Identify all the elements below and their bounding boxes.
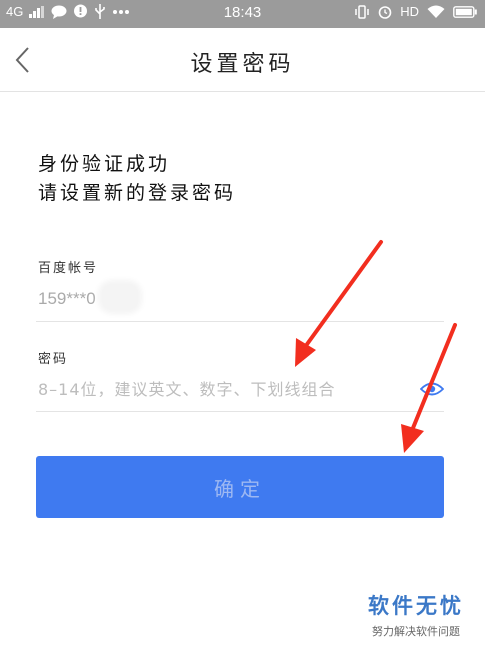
battery-icon <box>453 5 477 18</box>
account-value: 159***0 <box>38 289 96 308</box>
page-title: 设置密码 <box>190 52 295 77</box>
divider <box>36 411 444 412</box>
watermark: 软件无忧 努力解决软件问题 <box>356 590 476 639</box>
hd-label: HD <box>400 4 419 19</box>
arrow-to-password <box>303 240 383 349</box>
arrow-to-confirm <box>411 323 457 430</box>
confirm-button[interactable]: 确定 <box>36 456 444 518</box>
message-line-success: 身份验证成功 <box>38 153 171 175</box>
arrow-head <box>295 338 316 367</box>
wifi-icon <box>427 5 445 19</box>
password-label: 密码 <box>38 352 69 367</box>
account-label: 百度帐号 <box>38 261 99 276</box>
password-input[interactable] <box>36 372 410 406</box>
divider <box>36 321 444 322</box>
annotation-arrows <box>295 240 457 453</box>
masked-region <box>102 284 138 310</box>
message-line-instruction: 请设置新的登录密码 <box>38 182 237 204</box>
vibrate-icon <box>354 4 370 19</box>
watermark-title: 软件无忧 <box>368 594 464 618</box>
eye-icon[interactable] <box>419 380 445 398</box>
nav-bar: 设置密码 <box>0 28 485 92</box>
status-bar: 4G 18:43 HD <box>0 0 485 28</box>
status-right: HD <box>354 4 477 19</box>
alarm-icon <box>378 5 392 19</box>
arrow-head <box>401 424 424 453</box>
watermark-subtitle: 努力解决软件问题 <box>372 625 460 638</box>
verification-message: 身份验证成功 请设置新的登录密码 <box>38 150 236 208</box>
